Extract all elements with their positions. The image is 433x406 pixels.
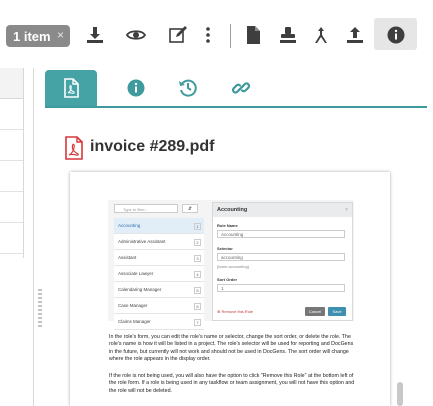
- pdf-icon: [64, 78, 79, 98]
- pdf-file-icon: [65, 136, 83, 160]
- preview-role-name: Administrative Assistant: [118, 239, 166, 244]
- history-icon: [179, 79, 197, 97]
- preview-role-row: Associate Lawyer 4: [114, 266, 204, 282]
- clear-selection-icon[interactable]: ×: [57, 28, 64, 42]
- preview-role-order: 3: [194, 255, 201, 262]
- preview-role-list: Accounting 1 Administrative Assistant 2 Assi…: [114, 218, 204, 330]
- left-list-row[interactable]: [0, 161, 23, 192]
- document-icon: [247, 26, 260, 44]
- preview-cancel-button: Cancel: [305, 307, 325, 316]
- preview-role-order: 6: [194, 303, 201, 310]
- preview-role-row: Administrative Assistant 2: [114, 234, 204, 250]
- preview-role-name: Associate Lawyer: [118, 271, 154, 276]
- detail-tabs: [45, 70, 427, 108]
- left-list-row[interactable]: [0, 99, 23, 130]
- preview-role-name: Claims Manager: [118, 319, 151, 324]
- tab-history[interactable]: [162, 70, 214, 106]
- left-list-row[interactable]: [0, 130, 23, 161]
- edit-icon: [169, 26, 187, 43]
- eye-icon: [126, 30, 146, 40]
- preview-paragraph-2: If the role is not being used, you will …: [109, 373, 355, 394]
- preview-role-row: Accounting 1: [114, 218, 204, 234]
- preview-role-name: Assistant: [118, 255, 137, 260]
- preview-role-name-field: Accounting: [217, 230, 345, 238]
- file-title: invoice #289.pdf: [90, 138, 215, 155]
- download-icon: [87, 27, 103, 43]
- preview-role-row: Case Manager 6: [114, 298, 204, 314]
- preview-role-row: Claims Manager 7: [114, 314, 204, 330]
- selection-count: 1 item: [13, 28, 51, 44]
- preview-paragraph-1: In the role's form, you can edit the rol…: [109, 334, 354, 362]
- preview-save-button: Save: [328, 307, 346, 316]
- preview-filter-input: Type to filter...: [114, 204, 178, 213]
- tab-pdf-preview[interactable]: [45, 70, 97, 106]
- preview-role-name-label: Role Name: [217, 223, 238, 228]
- left-list-panel: [0, 68, 24, 258]
- info-icon: [127, 79, 145, 97]
- preview-selector-help: {team.accounting}: [217, 264, 250, 269]
- tab-info[interactable]: [110, 70, 162, 106]
- panel-divider: [33, 68, 34, 406]
- preview-role-order: 1: [194, 223, 201, 230]
- preview-role-order: 5: [194, 287, 201, 294]
- preview-close-icon: ×: [345, 207, 348, 213]
- preview-edit-title: Accounting ×: [213, 203, 352, 217]
- preview-role-row: Assistant 3: [114, 250, 204, 266]
- view-button[interactable]: [123, 22, 149, 48]
- more-button[interactable]: [195, 22, 221, 48]
- link-icon: [231, 82, 251, 94]
- info-icon: [387, 26, 405, 44]
- top-toolbar: 1 item ×: [0, 0, 433, 68]
- download-button[interactable]: [82, 22, 108, 48]
- preview-selector-field: accounting: [217, 253, 345, 261]
- split-button[interactable]: [308, 22, 334, 48]
- preview-sort-order-label: Sort Order: [217, 277, 238, 282]
- preview-role-order: 7: [194, 319, 201, 326]
- left-list-row[interactable]: [0, 192, 23, 223]
- upload-icon: [347, 27, 363, 43]
- toolbar-divider: [230, 24, 231, 48]
- selection-badge[interactable]: 1 item ×: [6, 25, 70, 47]
- preview-role-name: Accounting: [118, 223, 141, 228]
- preview-role-name: Calendaring Manager: [118, 287, 162, 292]
- stamp-button[interactable]: [275, 22, 301, 48]
- preview-selector-label: Selector: [217, 246, 233, 251]
- stamp-icon: [280, 27, 296, 43]
- preview-sort-order-field: 1: [217, 284, 345, 292]
- more-vertical-icon: [206, 27, 210, 43]
- document-button[interactable]: [240, 22, 266, 48]
- preview-remove-role-link: ⊗ Remove this Role: [217, 309, 254, 314]
- preview-sort-button: ⇵: [182, 204, 198, 213]
- preview-role-order: 4: [194, 271, 201, 278]
- embedded-screenshot: Type to filter... ⇵ Accounting 1 Administr…: [108, 200, 354, 330]
- preview-role-row: Calendaring Manager 5: [114, 282, 204, 298]
- preview-role-order: 2: [194, 239, 201, 246]
- preview-edit-panel: Accounting × Role Name Accounting Select…: [212, 202, 353, 321]
- preview-scrollbar[interactable]: [397, 382, 403, 406]
- resize-handle[interactable]: [38, 288, 42, 330]
- tab-links[interactable]: [215, 70, 267, 106]
- left-list-row[interactable]: [0, 223, 23, 254]
- left-list-header: [0, 68, 23, 99]
- split-arrows-icon: [315, 27, 327, 43]
- upload-button[interactable]: [342, 22, 368, 48]
- edit-button[interactable]: [165, 22, 191, 48]
- info-button[interactable]: [383, 22, 409, 48]
- pdf-preview[interactable]: Type to filter... ⇵ Accounting 1 Administr…: [70, 172, 390, 406]
- preview-role-name: Case Manager: [118, 303, 148, 308]
